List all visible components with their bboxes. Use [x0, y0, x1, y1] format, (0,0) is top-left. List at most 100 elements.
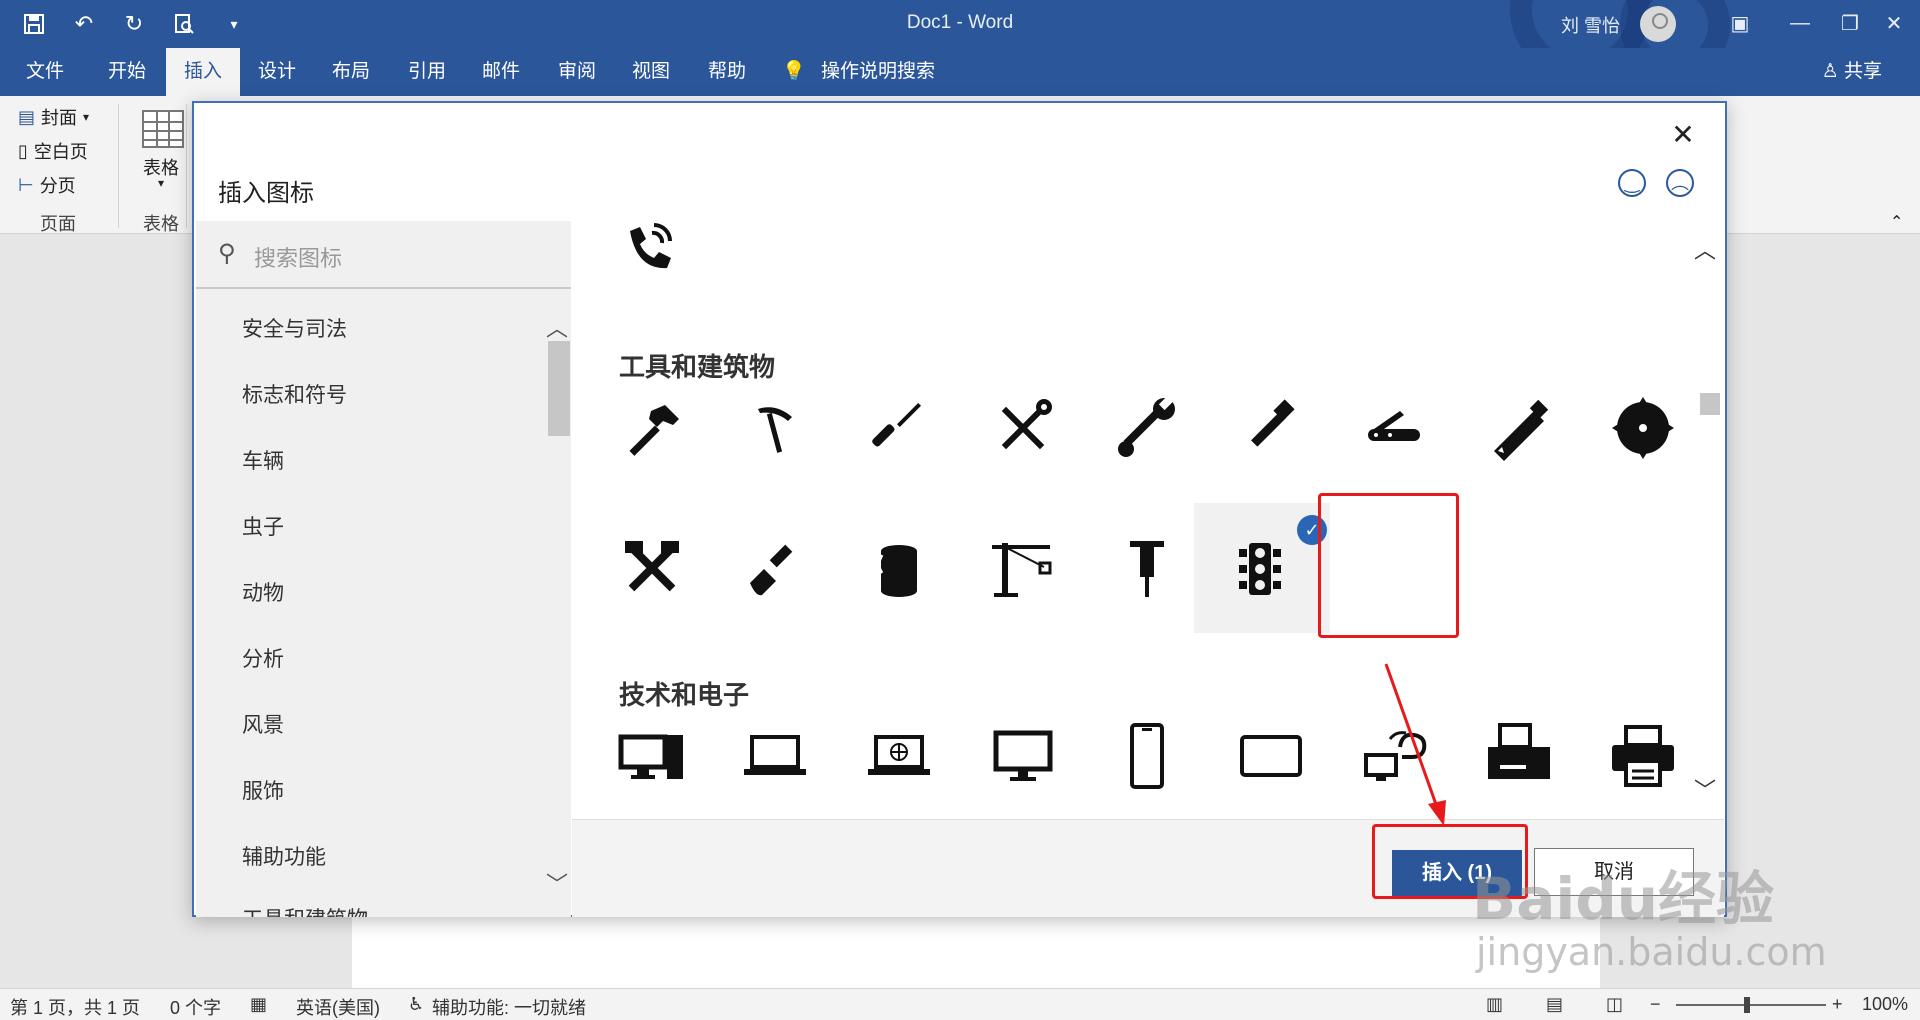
page-break-icon: ⊢	[18, 174, 34, 195]
print-layout-icon[interactable]: ▤	[1546, 994, 1563, 1015]
tools-icon[interactable]	[988, 393, 1058, 463]
maximize-icon[interactable]: ❐	[1830, 6, 1870, 40]
category-item[interactable]: 辅助功能	[242, 841, 326, 871]
accessibility-status[interactable]: 辅助功能: 一切就绪	[432, 994, 586, 1020]
traffic-light-icon[interactable]	[1225, 533, 1295, 603]
tab-help[interactable]: 帮助	[692, 48, 762, 96]
word-count[interactable]: 0 个字	[170, 994, 221, 1020]
proofing-icon[interactable]: ▦	[250, 994, 267, 1015]
page-break-label: 分页	[39, 176, 76, 196]
pocket-knife-icon[interactable]	[1360, 393, 1430, 463]
category-scrollbar[interactable]	[548, 341, 570, 436]
phone-icon[interactable]	[612, 221, 682, 283]
scroll-up-icon[interactable]: ︿	[1694, 233, 1716, 265]
saw-icon[interactable]	[1484, 393, 1554, 463]
frown-icon[interactable]: ︵	[1666, 169, 1694, 197]
tab-insert[interactable]: 插入	[166, 48, 240, 96]
zoom-slider-thumb[interactable]	[1744, 997, 1750, 1013]
category-item[interactable]: 分析	[242, 643, 284, 673]
desktop-computer-icon[interactable]	[617, 721, 687, 791]
scroll-down-icon[interactable]: ﹀	[1694, 773, 1716, 805]
share-button[interactable]: ♙ 共享	[1822, 48, 1882, 96]
icon-search-input[interactable]: ⚲ 搜索图标	[196, 221, 571, 289]
zoom-in-button[interactable]: +	[1832, 994, 1843, 1015]
category-item[interactable]: 标志和符号	[242, 379, 347, 409]
cover-page-button[interactable]: ▤ 封面 ▾	[18, 104, 89, 130]
pickaxe-icon[interactable]	[740, 393, 810, 463]
tab-layout[interactable]: 布局	[316, 48, 386, 96]
blank-page-icon: ▯	[18, 140, 28, 161]
saw-blade-icon[interactable]	[1608, 393, 1678, 463]
page-break-button[interactable]: ⊢ 分页	[18, 172, 76, 198]
insert-icons-dialog: ✕ 插入图标 ‿ ︵ ⚲ 搜索图标 安全与司法 标志和符号 车辆 虫子 动物 分…	[192, 101, 1727, 917]
category-item[interactable]: 风景	[242, 709, 284, 739]
chevron-down-icon: ▾	[83, 110, 90, 124]
jackhammer-icon[interactable]	[1112, 533, 1182, 603]
cover-page-label: 封面	[41, 108, 78, 128]
scroll-down-icon[interactable]: ﹀	[546, 867, 568, 899]
category-item[interactable]: 虫子	[242, 511, 284, 541]
crane-icon[interactable]	[988, 533, 1058, 603]
tablet-icon[interactable]	[1236, 721, 1306, 791]
laptop-globe-icon[interactable]	[864, 721, 934, 791]
zoom-level[interactable]: 100%	[1862, 994, 1908, 1015]
section-tech: 技术和电子	[619, 680, 750, 710]
search-placeholder: 搜索图标	[254, 246, 343, 271]
zoom-out-button[interactable]: −	[1650, 994, 1661, 1015]
share-label: 共享	[1843, 61, 1882, 82]
ribbon-tabs: 文件 开始 插入 设计 布局 引用 邮件 审阅 视图 帮助 💡 操作说明搜索 ♙…	[0, 48, 1920, 96]
blank-page-button[interactable]: ▯ 空白页	[18, 138, 88, 164]
hammer-icon[interactable]	[617, 393, 687, 463]
avatar[interactable]	[1640, 6, 1676, 42]
close-icon[interactable]: ✕	[1874, 6, 1914, 40]
tell-me-label: 操作说明搜索	[820, 61, 935, 82]
watermark-logo: Baidu经验	[1472, 865, 1775, 933]
fax-machine-icon[interactable]	[1484, 721, 1554, 791]
language[interactable]: 英语(美国)	[296, 994, 380, 1020]
lightbulb-icon: 💡	[782, 61, 806, 82]
table-icon[interactable]	[142, 110, 184, 148]
monitor-icon[interactable]	[988, 721, 1058, 791]
printer-icon[interactable]	[1608, 721, 1678, 791]
wrench-icon[interactable]	[1112, 393, 1182, 463]
tab-view[interactable]: 视图	[616, 48, 686, 96]
flashlight-icon[interactable]	[1236, 393, 1306, 463]
tab-references[interactable]: 引用	[392, 48, 462, 96]
web-layout-icon[interactable]: ◫	[1606, 994, 1623, 1015]
category-item[interactable]: 动物	[242, 577, 284, 607]
gallery-scrollbar-thumb[interactable]	[1700, 393, 1720, 415]
category-item[interactable]: 服饰	[242, 775, 284, 805]
zoom-slider[interactable]	[1676, 1004, 1826, 1006]
tab-design[interactable]: 设计	[242, 48, 312, 96]
category-item[interactable]: 安全与司法	[242, 313, 347, 343]
category-item[interactable]: 工具和建筑物	[242, 903, 368, 917]
tell-me-search[interactable]: 💡 操作说明搜索	[782, 48, 935, 96]
laptop-icon[interactable]	[740, 721, 810, 791]
screwdriver-icon[interactable]	[864, 393, 934, 463]
category-item[interactable]: 车辆	[242, 445, 284, 475]
paintbrush-icon[interactable]	[740, 533, 810, 603]
collapse-ribbon-icon[interactable]: ⌃	[1890, 212, 1903, 232]
paint-bucket-icon[interactable]	[864, 533, 934, 603]
accessibility-icon: ♿	[408, 994, 425, 1014]
page-count[interactable]: 第 1 页，共 1 页	[10, 994, 140, 1020]
gallery-scrollbar[interactable]: ︿ ﹀	[1690, 221, 1724, 818]
ribbon-separator	[118, 104, 119, 228]
user-name[interactable]: 刘 雪怡	[1561, 12, 1620, 38]
tab-home[interactable]: 开始	[92, 48, 162, 96]
annotation-arrow-icon	[1384, 663, 1446, 826]
ribbon-display-icon[interactable]: ▣	[1720, 6, 1760, 40]
chevron-down-icon[interactable]: ▾	[158, 176, 164, 190]
tab-mailings[interactable]: 邮件	[466, 48, 536, 96]
tab-file[interactable]: 文件	[10, 48, 80, 96]
tab-review[interactable]: 审阅	[542, 48, 612, 96]
minimize-icon[interactable]: —	[1780, 6, 1820, 40]
hammer-wrench-icon[interactable]	[617, 533, 687, 603]
smile-icon[interactable]: ‿	[1618, 169, 1646, 197]
tables-group-label: 表格	[143, 214, 179, 234]
read-mode-icon[interactable]: ▥	[1486, 994, 1503, 1015]
close-icon[interactable]: ✕	[1663, 115, 1703, 155]
smartphone-icon[interactable]	[1112, 721, 1182, 791]
scroll-up-icon[interactable]: ︿	[546, 311, 568, 343]
person-icon: ♙	[1821, 61, 1839, 82]
